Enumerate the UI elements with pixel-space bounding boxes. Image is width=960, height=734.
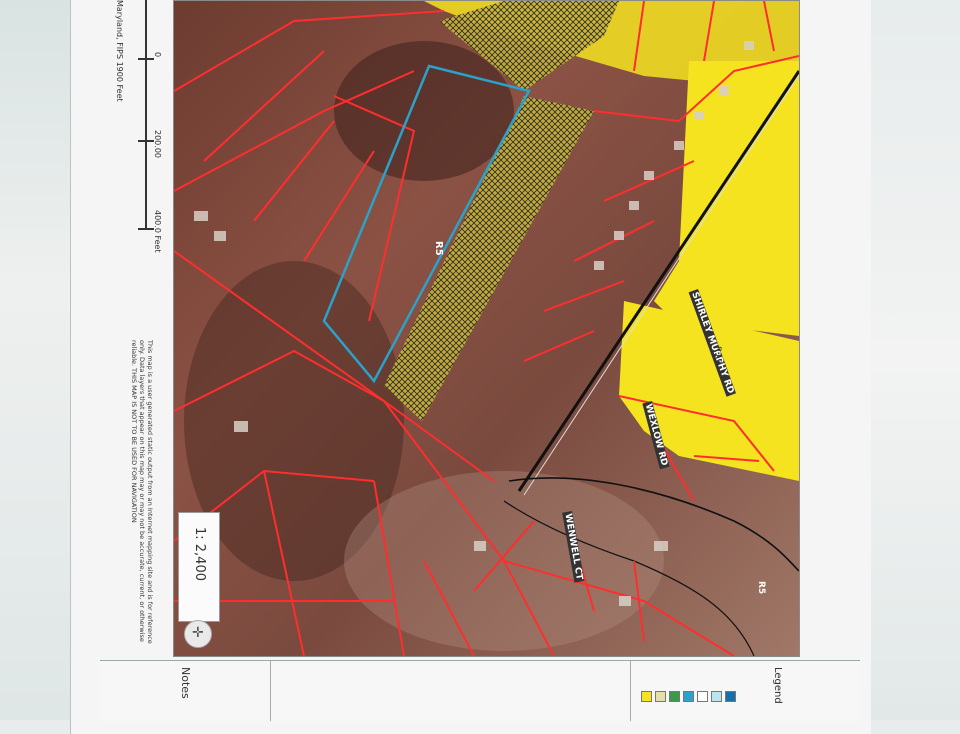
legend-title: Legend (772, 667, 783, 704)
map-view[interactable]: R5 SHIRLEY MURPHY RD R15 WEXLOW RD WENWE… (173, 0, 800, 657)
crs-label: Maryland, FIPS 1900 Feet (115, 0, 124, 102)
legend-swatch-yellow (641, 691, 652, 702)
bottom-panel: Notes Legend (100, 660, 860, 721)
legend-swatch-white (697, 691, 708, 702)
scale-label-200: 200.00 (153, 130, 162, 158)
map-disclaimer: This map is a user generated static outp… (130, 340, 162, 660)
label-r15: R15 (712, 346, 722, 364)
scale-bar-line (145, 0, 147, 230)
legend-swatch-light-blue (711, 691, 722, 702)
disclaimer-text: This map is a user generated static outp… (130, 340, 154, 644)
scale-tick-200 (138, 140, 154, 142)
label-r5-lower: R5 (756, 581, 766, 595)
scale-label-0: 0 (153, 52, 162, 58)
compass-icon[interactable]: ✛ (184, 620, 212, 648)
legend-section[interactable]: Legend (630, 661, 791, 721)
tree-cover-north (334, 41, 514, 181)
compass-glyph-icon: ✛ (192, 625, 204, 641)
scale-ratio-box: 1: 2,400 (178, 512, 220, 622)
legend-swatch-dark-blue (725, 691, 736, 702)
legend-swatch-blue (683, 691, 694, 702)
scale-tick-400 (138, 228, 154, 230)
label-r5-upper: R5 (433, 241, 444, 256)
scale-tick-0 (138, 58, 154, 60)
legend-swatch-green (669, 691, 680, 702)
scale-label-400: 400.0 Feet (153, 210, 162, 253)
notes-title: Notes (179, 667, 192, 699)
legend-swatch-pale (655, 691, 666, 702)
scale-ratio-text: 1: 2,400 (192, 527, 207, 581)
notes-section[interactable]: Notes (170, 661, 271, 721)
